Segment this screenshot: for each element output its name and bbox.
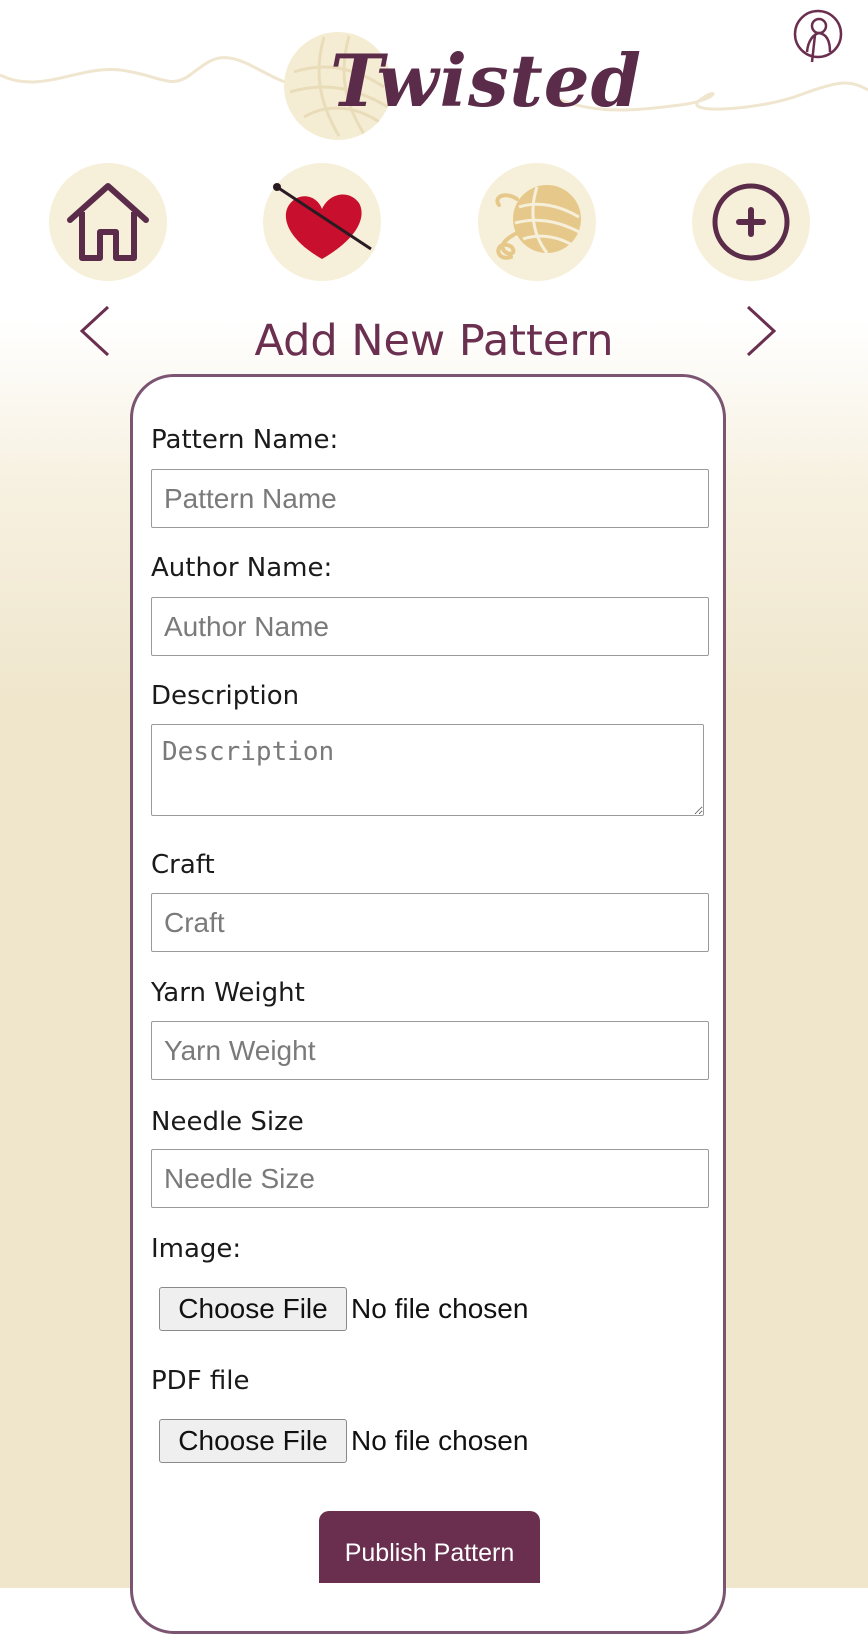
author-name-input[interactable] (151, 597, 709, 656)
description-textarea[interactable] (151, 724, 704, 816)
pdf-label: PDF file (151, 1366, 250, 1396)
image-label: Image: (151, 1234, 242, 1264)
pdf-choose-file-button[interactable]: Choose File (159, 1419, 347, 1463)
pdf-file-status: No file chosen (351, 1425, 529, 1456)
craft-label: Craft (151, 850, 215, 880)
author-name-label: Author Name: (151, 553, 333, 583)
heart-needle-icon (273, 183, 372, 259)
needle-size-label: Needle Size (151, 1107, 304, 1137)
craft-input[interactable] (151, 893, 709, 952)
home-icon (67, 183, 149, 261)
yarn-weight-label: Yarn Weight (151, 978, 305, 1008)
nav-yarn-button[interactable] (478, 163, 596, 281)
page-title: Add New Pattern (254, 316, 614, 366)
nav-favorites-button[interactable] (263, 163, 381, 281)
pdf-file-input: Choose File No file chosen (159, 1418, 528, 1464)
brand-name: Twisted (330, 38, 642, 123)
profile-icon[interactable] (792, 8, 844, 64)
pattern-name-input[interactable] (151, 469, 709, 528)
plus-circle-icon (712, 183, 790, 261)
pattern-name-label: Pattern Name: (151, 425, 339, 455)
header: Twisted (0, 0, 868, 150)
main-nav (0, 163, 868, 283)
description-label: Description (151, 681, 300, 711)
needle-size-input[interactable] (151, 1149, 709, 1208)
nav-add-button[interactable] (692, 163, 810, 281)
image-choose-file-button[interactable]: Choose File (159, 1287, 347, 1331)
nav-home-button[interactable] (49, 163, 167, 281)
logo[interactable]: Twisted (284, 30, 641, 145)
yarn-ball-icon (495, 185, 582, 260)
image-file-status: No file chosen (351, 1293, 529, 1324)
yarn-weight-input[interactable] (151, 1021, 709, 1080)
publish-pattern-button[interactable]: Publish Pattern (319, 1511, 540, 1583)
image-file-input: Choose File No file chosen (159, 1286, 528, 1332)
